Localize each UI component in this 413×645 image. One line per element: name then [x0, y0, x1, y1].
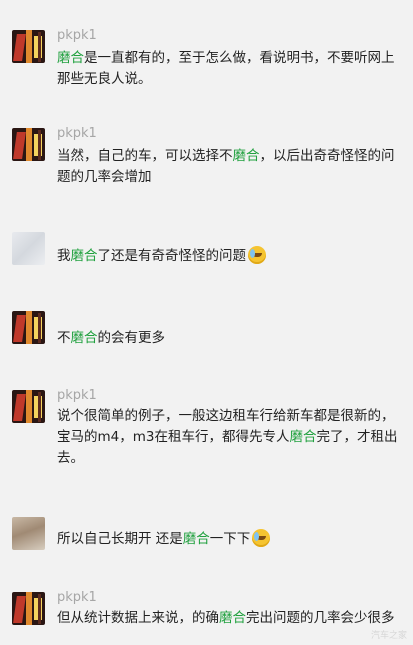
avatar[interactable]: [12, 232, 45, 265]
keyword-highlight: 磨合: [57, 50, 84, 66]
keyword-highlight: 磨合: [182, 531, 210, 547]
avatar[interactable]: [12, 128, 45, 161]
keyword-highlight: 磨合: [70, 330, 98, 346]
avatar[interactable]: [12, 517, 45, 550]
message-text: 我磨合了还是有奇奇怪怪的问题: [57, 246, 407, 267]
keyword-highlight: 磨合: [289, 429, 317, 445]
username[interactable]: pkpk1: [57, 126, 97, 141]
username[interactable]: pkpk1: [57, 590, 97, 605]
message-text: 不磨合的会有更多: [57, 330, 165, 346]
keyword-highlight: 磨合: [232, 148, 260, 164]
avatar[interactable]: [12, 592, 45, 625]
keyword-highlight: 磨合: [219, 610, 246, 626]
message-text: 磨合是一直都有的，至于怎么做，看说明书，不要听网上那些无良人说。: [57, 50, 395, 87]
laughing-crying-emoji-icon: [252, 529, 271, 547]
keyword-highlight: 磨合: [70, 248, 98, 264]
message-text: 当然，自己的车，可以选择不磨合，以后出奇奇怪怪的问题的几率会增加: [57, 148, 395, 185]
message-text: 说个很简单的例子，一般这边租车行给新车都是很新的，宝马的m4，m3在租车行，都得…: [57, 408, 398, 466]
laughing-crying-emoji-icon: [248, 246, 266, 264]
message-text: 所以自己长期开 还是磨合一下下: [57, 529, 407, 550]
avatar[interactable]: [12, 311, 45, 344]
avatar[interactable]: [12, 390, 45, 423]
avatar[interactable]: [12, 30, 45, 63]
username[interactable]: pkpk1: [57, 388, 97, 403]
message-text: 但从统计数据上来说，的确磨合完出问题的几率会少很多: [57, 610, 395, 626]
username[interactable]: pkpk1: [57, 28, 97, 43]
watermark: 汽车之家: [370, 631, 407, 641]
